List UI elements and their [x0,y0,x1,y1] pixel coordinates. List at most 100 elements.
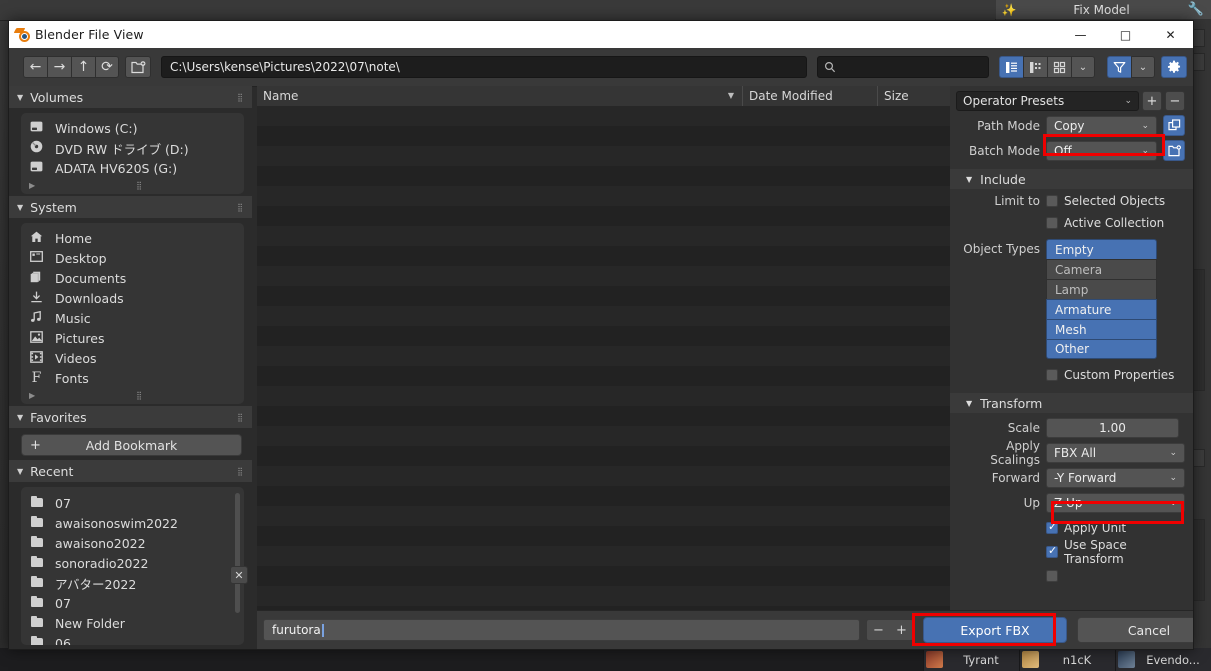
forward-dropdown[interactable]: -Y Forward ⌄ [1046,467,1185,488]
table-row[interactable] [257,106,950,126]
table-row[interactable] [257,326,950,346]
grip-icon[interactable]: ⣿ [136,391,143,400]
file-list-header[interactable]: Name ▼ Date Modified Size [257,86,950,107]
file-list-rows[interactable] [257,106,950,649]
use-space-transform-checkbox[interactable] [1046,544,1058,558]
recent-item[interactable]: 07 [21,493,244,513]
increment-button[interactable]: + [890,620,913,640]
table-row[interactable] [257,266,950,286]
view-mode-group[interactable]: ⌄ [999,56,1095,78]
taskbar-item[interactable]: n1cK [923,638,1115,671]
cancel-button[interactable]: Cancel [1077,617,1193,643]
search-input[interactable] [817,56,989,78]
sidebar-item-dvd-rw-d[interactable]: DVD RW ドライブ (D:) [21,138,244,158]
remove-preset-button[interactable]: − [1165,91,1185,111]
sidebar-item-adata-g[interactable]: ADATA HV620S (G:) [21,158,244,178]
forward-button[interactable]: → [47,56,71,78]
sidebar-item-home[interactable]: Home [21,228,244,248]
recent-list-scrollbar[interactable] [235,493,240,613]
object-type-armature[interactable]: Armature [1046,299,1157,319]
recent-item[interactable]: 06 [21,633,244,645]
include-section-header[interactable]: ▼ Include [950,169,1193,189]
parent-directory-button[interactable]: ↑ [71,56,95,78]
system-panel-header[interactable]: ▼ System ⣿ [9,196,252,218]
table-row[interactable] [257,546,950,566]
table-row[interactable] [257,506,950,526]
transform-section-header[interactable]: ▼ Transform [950,393,1193,413]
recent-item[interactable]: awaisono2022 [21,533,244,553]
filter-toggle-button[interactable] [1107,56,1131,78]
column-header-name[interactable]: Name ▼ [257,86,743,106]
taskbar-item[interactable]: Evendo... [923,638,1211,671]
display-mode-dropdown[interactable]: ⌄ [1071,56,1095,78]
apply-scalings-dropdown[interactable]: FBX All ⌄ [1046,442,1185,463]
batch-own-dir-button[interactable] [1163,140,1185,161]
table-row[interactable] [257,166,950,186]
path-mode-dropdown[interactable]: Copy ⌄ [1046,115,1157,136]
filter-options-dropdown[interactable]: ⌄ [1131,56,1155,78]
maximize-button[interactable]: □ [1103,21,1148,48]
table-row[interactable] [257,206,950,226]
table-row[interactable] [257,186,950,206]
table-row[interactable] [257,346,950,366]
table-row[interactable] [257,486,950,506]
filename-stepper[interactable]: − + [866,619,914,641]
table-row[interactable] [257,406,950,426]
volumes-panel-header[interactable]: ▼ Volumes ⣿ [9,86,252,108]
table-row[interactable] [257,426,950,446]
table-row[interactable] [257,586,950,606]
up-dropdown[interactable]: Z Up ⌄ [1046,492,1185,513]
sidebar-item-downloads[interactable]: Downloads [21,288,244,308]
recent-panel-header[interactable]: ▼ Recent ⣿ [9,460,252,482]
file-view-settings-button[interactable] [1161,56,1187,78]
sidebar-item-videos[interactable]: Videos [21,348,244,368]
taskbar[interactable]: Tyrant n1cK Evendo... [0,638,1211,671]
scale-value-field[interactable]: 1.00 [1046,417,1179,438]
operator-presets-dropdown[interactable]: Operator Presets ⌄ [956,91,1139,111]
sidebar-item-desktop[interactable]: Desktop [21,248,244,268]
file-list[interactable]: Name ▼ Date Modified Size [257,86,950,649]
object-type-other[interactable]: Other [1046,339,1157,359]
new-directory-button[interactable] [125,56,151,78]
sidebar-item-music[interactable]: Music [21,308,244,328]
refresh-button[interactable]: ⟳ [95,56,119,78]
sidebar-item-windows-c[interactable]: Windows (C:) [21,118,244,138]
taskbar-items[interactable]: Tyrant n1cK Evendo... [923,638,1211,671]
sort-descending-icon[interactable]: ▼ [728,91,734,100]
custom-properties-checkbox[interactable] [1046,369,1058,381]
object-types-list[interactable]: Empty Camera Lamp Armature Mesh Other [1046,239,1157,359]
sidebar-item-pictures[interactable]: Pictures [21,328,244,348]
back-button[interactable]: ← [23,56,47,78]
taskbar-item[interactable]: Tyrant [923,638,1019,671]
table-row[interactable] [257,466,950,486]
path-input[interactable]: C:\Users\kense\Pictures\2022\07\note\ [161,56,807,78]
batch-mode-dropdown[interactable]: Off ⌄ [1046,140,1157,161]
table-row[interactable] [257,126,950,146]
close-button[interactable]: ✕ [1148,21,1193,48]
window-controls[interactable]: — □ ✕ [1058,21,1193,48]
recent-item[interactable]: New Folder [21,613,244,633]
table-row[interactable] [257,246,950,266]
table-row[interactable] [257,386,950,406]
decrement-button[interactable]: − [867,620,890,640]
filename-input[interactable]: furutora [263,619,860,641]
add-preset-button[interactable]: + [1142,91,1162,111]
table-row[interactable] [257,306,950,326]
table-row[interactable] [257,566,950,586]
sidebar-item-fonts[interactable]: F Fonts [21,368,244,388]
table-row[interactable] [257,446,950,466]
partial-checkbox[interactable] [1046,570,1058,582]
grip-icon[interactable]: ⣿ [136,181,143,190]
embed-textures-button[interactable] [1163,115,1185,136]
object-type-camera[interactable]: Camera [1046,259,1157,279]
sidebar-item-documents[interactable]: Documents [21,268,244,288]
thumbnail-view-button[interactable] [1047,56,1071,78]
minimize-button[interactable]: — [1058,21,1103,48]
table-row[interactable] [257,286,950,306]
apply-unit-checkbox[interactable] [1046,520,1058,534]
recent-item[interactable]: 07 [21,593,244,613]
column-header-size[interactable]: Size [878,86,950,106]
column-header-date-modified[interactable]: Date Modified [743,86,878,106]
table-row[interactable] [257,146,950,166]
favorites-panel-header[interactable]: ▼ Favorites ⣿ [9,406,252,428]
